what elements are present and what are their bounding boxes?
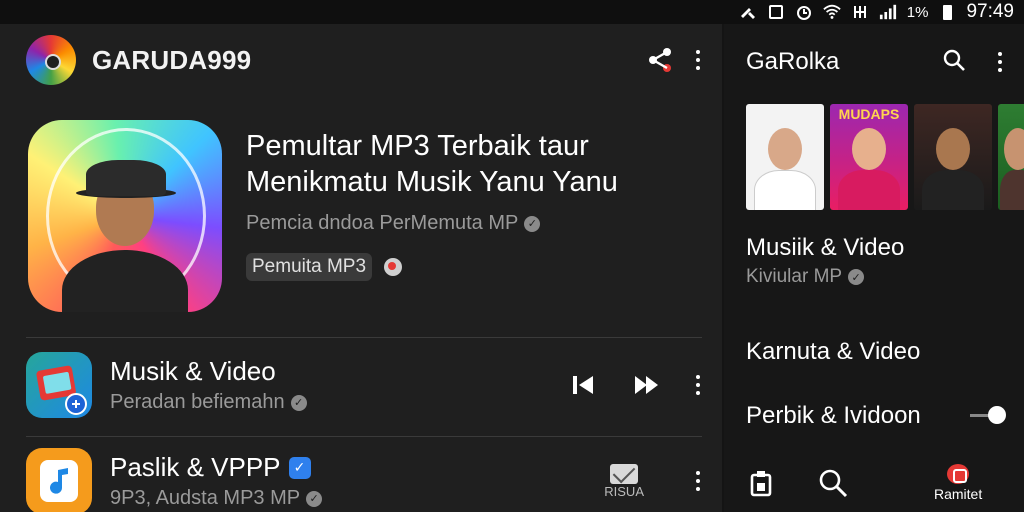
hero-subtitle: Pemcia dndoa PerMemuta MP ✓ [246,212,686,235]
main-panel: GARUDA999 Pemultar MP3 Terbaik taur Meni… [0,24,722,512]
card-subtitle: Kiviular MP ✓ [746,266,865,288]
thumbnail[interactable] [914,104,992,210]
side-menu-item[interactable]: Karnuta & Video [746,338,920,366]
mail-button[interactable]: RISUA [604,463,644,499]
row-title: Paslik & VPPP [110,452,281,482]
alarm-icon [795,4,813,20]
row-title: Musik & Video [110,356,276,386]
thumbnail[interactable]: MUDAPS [830,104,908,210]
nav-library[interactable] [748,469,774,497]
thumbnail-strip: MUDAPS [746,104,1024,210]
row-subtitle: Peradan befiemahn ✓ [110,391,307,414]
music-note-app-icon [26,448,92,512]
nav-label: Ramitet [934,486,983,502]
hero-title: Pemultar MP3 Terbaik taur Menikmatu Musi… [246,130,618,198]
badge-icon [384,258,403,276]
row-title-wrap: Paslik & VPPP ✓ [110,452,322,483]
skip-forward-icon[interactable] [630,368,664,402]
verified-icon: ✓ [290,394,307,411]
verified-icon: ✓ [306,490,323,507]
wifi-icon [823,4,841,20]
app-title: GARUDA999 [92,44,252,75]
mail-icon [610,463,639,484]
divider [26,337,702,338]
more-vert-icon[interactable] [694,471,702,491]
mute-icon [739,4,757,20]
side-menu-item[interactable]: Perbik & Ividoon [746,402,921,430]
thumbnail-label: MUDAPS [838,106,900,122]
battery-icon [938,4,956,20]
more-vert-icon[interactable] [996,52,1004,72]
nav-search[interactable] [818,468,848,498]
thumbnail[interactable] [746,104,824,210]
status-bar: 1% 97:49 [0,0,1024,24]
album-art[interactable] [28,120,222,312]
more-vert-icon[interactable] [694,50,702,70]
row-subtitle: 9P3, Audsta MP3 MP ✓ [110,487,323,510]
library-icon [750,471,772,497]
skip-back-icon[interactable] [566,368,600,402]
app-header: GARUDA999 [26,35,702,85]
card-title[interactable]: Musiik & Video [746,234,904,262]
signal-icon [879,4,897,20]
search-icon [819,469,848,498]
battery-percent: 1% [906,3,929,21]
screenshot-icon [767,4,785,20]
search-icon[interactable] [942,48,966,77]
share-icon[interactable] [646,46,674,74]
nav-remote[interactable]: Ramitet [934,464,982,502]
row-subtitle-text: Peradan befiemahn [110,391,285,413]
network-icon [851,4,869,20]
clock: 97:49 [966,1,1014,22]
divider [26,436,702,437]
bottom-nav: Ramitet [724,454,1024,512]
toggle-switch[interactable] [970,406,1006,424]
list-item[interactable]: Paslik & VPPP ✓ 9P3, Audsta MP3 MP ✓ RIS… [26,446,702,512]
thumbnail[interactable] [998,104,1024,210]
side-panel: GaRolka MUDAPS Musiik & Video Kiviular M… [724,24,1024,512]
verified-icon: ✓ [848,269,865,285]
mail-button-label: RISUA [604,483,644,499]
remote-icon [947,464,970,484]
hero-info: Pemultar MP3 Terbaik taur Menikmatu Musi… [246,128,686,281]
video-app-icon [26,352,92,418]
verified-icon: ✓ [524,215,541,232]
list-item[interactable]: Musik & Video Peradan befiemahn ✓ [26,350,702,420]
row-subtitle-text: 9P3, Audsta MP3 MP [110,487,301,509]
disc-logo-icon [26,35,76,85]
hero-subtitle-text: Pemcia dndoa PerMemuta MP [246,212,519,234]
verified-icon: ✓ [288,456,311,479]
side-title: GaRolka [746,48,840,75]
card-subtitle-text: Kiviular MP [746,266,843,287]
more-vert-icon[interactable] [694,375,702,395]
category-chip[interactable]: Pemuita MP3 [246,253,373,281]
